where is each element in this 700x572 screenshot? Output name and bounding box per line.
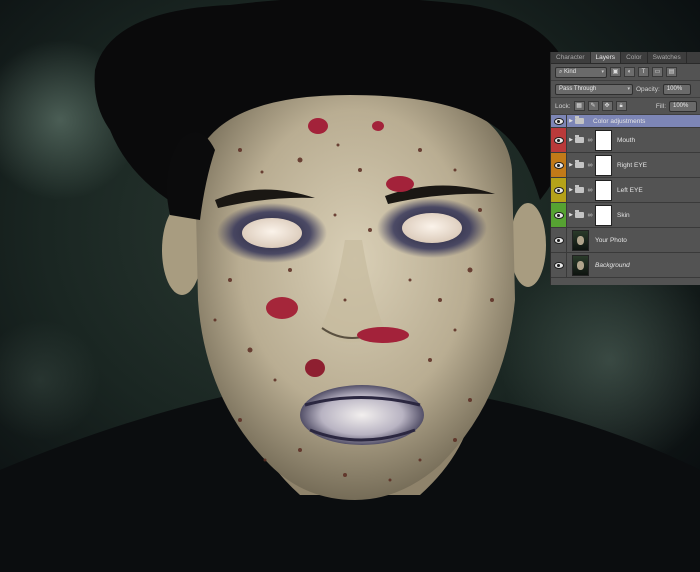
folder-icon [575,160,584,168]
opacity-label: Opacity: [636,85,660,93]
chain-link-icon[interactable]: ∞ [587,162,593,169]
layer-mask-thumbnail[interactable] [595,154,612,176]
layer-name: Color adjustments [593,117,646,125]
layer-name: Skin [617,211,630,219]
chain-link-icon[interactable]: ∞ [587,212,593,219]
filter-kind-select[interactable]: ⌕ Kind ▾ [555,66,607,78]
layer-mask-thumbnail[interactable] [595,179,612,201]
layer-row-background[interactable]: Background [551,253,700,278]
layer-thumbnail[interactable] [572,254,589,276]
layer-row-right-eye[interactable]: ▶ ∞ Right EYE [551,153,700,178]
tab-character[interactable]: Character [551,52,591,63]
filter-adjustment-icon[interactable]: ◐ [624,67,635,77]
blend-mode-select[interactable]: Pass Through ▾ [555,83,633,95]
layer-row-mouth[interactable]: ▶ ∞ Mouth [551,128,700,153]
expand-arrow-icon[interactable]: ▶ [567,118,575,124]
expand-arrow-icon[interactable]: ▶ [567,212,575,218]
chain-link-icon[interactable]: ∞ [587,137,593,144]
fill-label: Fill: [655,102,666,110]
filter-row: ⌕ Kind ▾ ▣ ◐ T ▭ ▤ [551,64,700,81]
layer-row-your-photo[interactable]: Your Photo [551,228,700,253]
layer-row-left-eye[interactable]: ▶ ∞ Left EYE [551,178,700,203]
tab-layers[interactable]: Layers [590,52,622,63]
blend-row: Pass Through ▾ Opacity: 100% [551,81,700,98]
layer-name: Mouth [617,136,636,144]
filter-type-icon[interactable]: T [638,67,649,77]
lock-transparent-icon[interactable]: ▦ [573,101,585,111]
filter-shape-icon[interactable]: ▭ [652,67,663,77]
tab-swatches[interactable]: Swatches [648,52,687,63]
filter-smart-object-icon[interactable]: ▤ [666,67,677,77]
opacity-input[interactable]: 100% [662,83,691,95]
layer-thumbnail[interactable] [572,229,589,251]
panel-tab-bar: Character Layers Color Swatches [551,52,700,64]
folder-icon [575,210,584,218]
visibility-eye-icon[interactable] [551,128,567,152]
layer-name: Background [595,261,630,269]
visibility-eye-icon[interactable] [551,115,567,127]
visibility-eye-icon[interactable] [551,153,567,177]
folder-icon [575,185,584,193]
layers-panel: Character Layers Color Swatches ⌕ Kind ▾ … [550,52,700,285]
expand-arrow-icon[interactable]: ▶ [567,137,575,143]
folder-icon [575,135,584,143]
fill-input[interactable]: 100% [669,100,697,112]
lock-icon[interactable]: 🔒︎ [615,101,627,111]
visibility-eye-icon[interactable] [551,253,567,277]
chevron-down-icon: ▾ [601,68,604,75]
expand-arrow-icon[interactable]: ▶ [567,187,575,193]
visibility-eye-icon[interactable] [551,228,567,252]
chevron-down-icon: ▾ [627,85,630,92]
visibility-eye-icon[interactable] [551,178,567,202]
layer-row-skin[interactable]: ▶ ∞ Skin [551,203,700,228]
visibility-eye-icon[interactable] [551,203,567,227]
lock-label: Lock: [555,102,571,110]
layer-name: Left EYE [617,186,643,194]
lock-move-icon[interactable]: ✥ [601,101,613,111]
tab-color[interactable]: Color [621,52,648,63]
folder-icon [575,116,584,124]
layer-row-color-adjustments[interactable]: ▶ Color adjustments [551,115,700,128]
lock-row: Lock: ▦ ✎ ✥ 🔒︎ Fill: 100% [551,98,700,115]
filter-pixel-icon[interactable]: ▣ [610,67,621,77]
chain-link-icon[interactable]: ∞ [587,187,593,194]
expand-arrow-icon[interactable]: ▶ [567,162,575,168]
layer-name: Your Photo [595,236,627,244]
layer-mask-thumbnail[interactable] [595,204,612,226]
layer-mask-thumbnail[interactable] [595,129,612,151]
lock-brush-icon[interactable]: ✎ [587,101,599,111]
layer-name: Right EYE [617,161,647,169]
